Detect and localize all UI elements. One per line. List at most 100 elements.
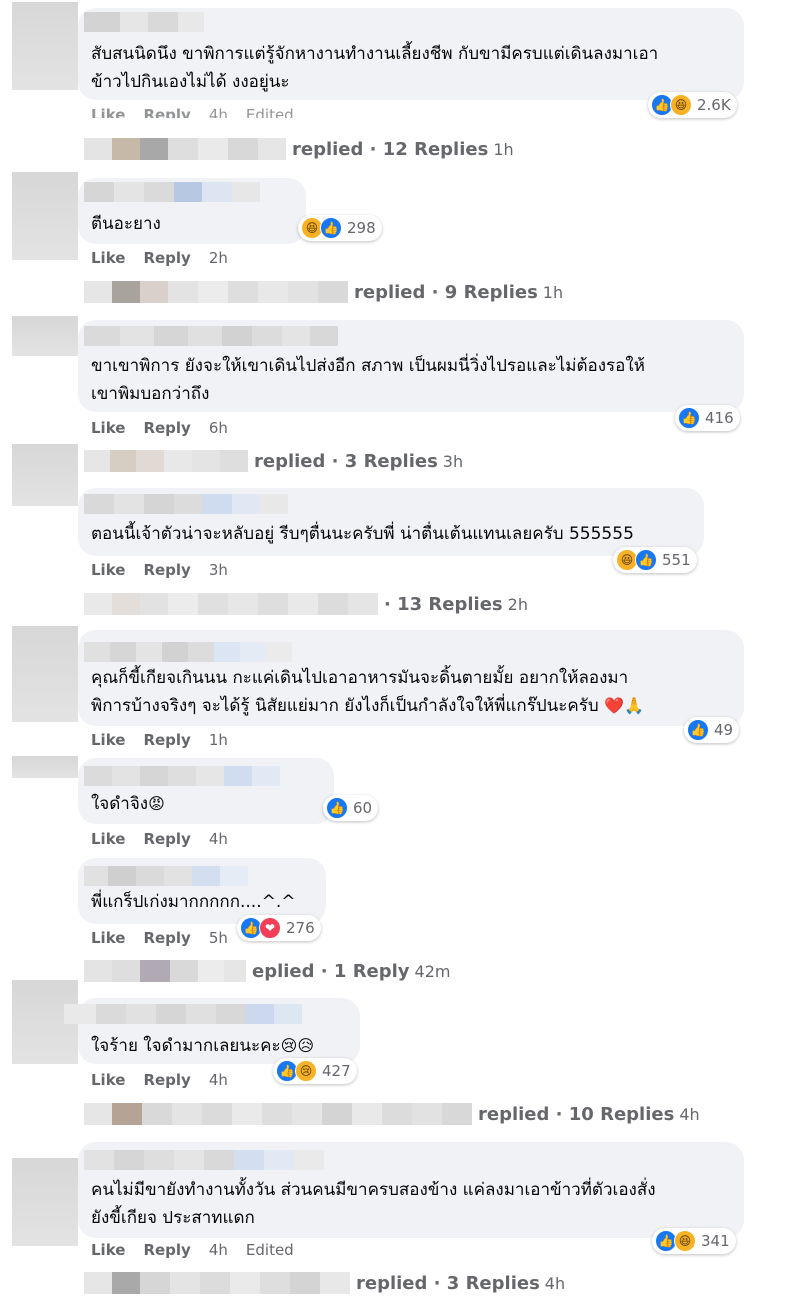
commenter-name[interactable]	[84, 494, 288, 514]
like-button[interactable]: Like	[91, 561, 125, 579]
avatar[interactable]	[12, 756, 78, 778]
comment-text: คนไม่มีขายังทำงานทั้งวัน ส่วนคนมีขาครบสอ…	[91, 1180, 656, 1200]
comment-actions: Like Reply 4h Edited	[91, 1241, 312, 1259]
view-replies[interactable]: replied · 3 Replies 3h	[84, 450, 463, 472]
comment-time[interactable]: 4h	[209, 830, 228, 848]
reaction-summary[interactable]: 👍 😢 427	[273, 1058, 357, 1084]
comment-text: คุณก็ขี้เกียจเกินนน กะแค่เดินไปเอาอาหารม…	[91, 668, 629, 688]
like-button[interactable]: Like	[91, 1071, 125, 1089]
avatar[interactable]	[12, 2, 78, 90]
avatar[interactable]	[12, 444, 78, 506]
like-button[interactable]: Like	[91, 731, 125, 749]
like-button[interactable]: Like	[91, 830, 125, 848]
like-button[interactable]: Like	[91, 106, 125, 118]
commenter-name[interactable]	[64, 1004, 302, 1024]
reply-button[interactable]: Reply	[143, 249, 190, 267]
avatar[interactable]	[12, 172, 78, 260]
reaction-summary[interactable]: 👍 60	[323, 795, 379, 821]
replies-time: 42m	[414, 961, 451, 981]
view-replies[interactable]: replied · 10 Replies 4h	[84, 1103, 700, 1125]
view-replies[interactable]: · 13 Replies 2h	[84, 593, 528, 615]
comment-text: ใจดำจิง😡	[91, 790, 165, 818]
comment-time[interactable]: 6h	[209, 419, 228, 437]
comment-actions: Like Reply 6h	[91, 419, 246, 437]
reply-button[interactable]: Reply	[143, 731, 190, 749]
comment-text: ข้าวไปกินเองไม่ได้ งงอยู่นะ	[91, 72, 290, 92]
commenter-name[interactable]	[84, 766, 280, 786]
replies-label[interactable]: replied · 10 Replies	[478, 1104, 674, 1125]
comment-text-line: พิการบ้างจริงๆ จะได้รู้ นิสัยแย่มาก ยังไ…	[91, 696, 599, 716]
comment-text: สับสนนิดนึง ขาพิการแต่รู้จักหางานทำงานเล…	[91, 44, 659, 64]
angry-emoji-icon: 😡	[148, 794, 165, 813]
comment-time[interactable]: 4h	[209, 106, 228, 118]
commenter-name[interactable]	[84, 326, 338, 346]
comment-time[interactable]: 4h	[209, 1071, 228, 1089]
reaction-count: 49	[714, 721, 734, 739]
comment-text: ตอนนี้เจ้าตัวน่าจะหลับอยู่ รีบๆตื่นนะครั…	[91, 524, 634, 544]
replies-time: 1h	[493, 139, 514, 159]
like-button[interactable]: Like	[91, 249, 125, 267]
avatar[interactable]	[12, 316, 78, 356]
commenter-name[interactable]	[84, 866, 248, 886]
comment-text: พิการบ้างจริงๆ จะได้รู้ นิสัยแย่มาก ยังไ…	[91, 692, 644, 720]
haha-icon: 😆	[670, 94, 692, 116]
comment-text: ใจร้าย ใจดำมากเลยนะคะ😢😥	[91, 1032, 314, 1060]
reply-button[interactable]: Reply	[143, 830, 190, 848]
reaction-count: 2.6K	[697, 96, 731, 114]
avatar[interactable]	[12, 1158, 78, 1246]
reply-button[interactable]: Reply	[143, 1071, 190, 1089]
reaction-count: 60	[353, 799, 373, 817]
comment-text: ตีนอะยาง	[91, 214, 161, 234]
reaction-summary[interactable]: 👍 😆 2.6K	[648, 92, 737, 118]
reaction-summary[interactable]: 😆 👍 298	[298, 215, 382, 241]
comment-text: ยังขี้เกียจ ประสาทแดก	[91, 1208, 255, 1228]
reaction-count: 416	[705, 409, 734, 427]
reaction-summary[interactable]: 👍 😆 341	[652, 1228, 736, 1254]
like-icon: 👍	[326, 797, 348, 819]
avatar[interactable]	[12, 626, 78, 722]
edited-label: Edited	[245, 1241, 294, 1259]
comment-time[interactable]: 5h	[209, 929, 228, 947]
reaction-summary[interactable]: 👍 416	[675, 405, 740, 431]
reply-button[interactable]: Reply	[143, 561, 190, 579]
comment-time[interactable]: 2h	[209, 249, 228, 267]
commenter-name[interactable]	[84, 12, 204, 32]
like-icon: 👍	[678, 407, 700, 429]
replies-time: 4h	[679, 1104, 700, 1124]
like-button[interactable]: Like	[91, 1241, 125, 1259]
replies-label[interactable]: replied · 3 Replies	[254, 451, 438, 472]
replies-label[interactable]: replied · 9 Replies	[354, 282, 538, 303]
comment-time[interactable]: 1h	[209, 731, 228, 749]
replies-time: 3h	[442, 451, 464, 471]
reply-button[interactable]: Reply	[143, 419, 190, 437]
comment-text: ขาเขาพิการ ยังจะให้เขาเดินไปส่งอีก สภาพ …	[91, 356, 645, 376]
reaction-summary[interactable]: 👍 ❤ 276	[237, 915, 321, 941]
replies-label[interactable]: · 13 Replies	[384, 594, 503, 615]
reaction-summary[interactable]: 😆 👍 551	[613, 547, 697, 573]
reply-button[interactable]: Reply	[143, 1241, 190, 1259]
comment-actions: Like Reply 2h	[91, 249, 246, 267]
reply-button[interactable]: Reply	[143, 106, 190, 118]
replies-time: 2h	[507, 594, 528, 614]
replies-label[interactable]: eplied · 1 Reply	[252, 961, 410, 982]
commenter-name[interactable]	[84, 642, 292, 662]
replies-time: 4h	[544, 1273, 566, 1293]
heart-emoji-icon: ❤️🙏	[604, 696, 644, 715]
view-replies[interactable]: replied · 3 Replies 4h	[84, 1272, 565, 1294]
like-button[interactable]: Like	[91, 929, 125, 947]
like-button[interactable]: Like	[91, 419, 125, 437]
comment-text: พี่แกร็ปเก่งมากกกกก....^.^	[91, 892, 296, 912]
replies-label[interactable]: replied · 3 Replies	[356, 1273, 540, 1294]
replies-label[interactable]: replied · 12 Replies	[292, 139, 488, 160]
view-replies[interactable]: replied · 12 Replies 1h	[84, 138, 514, 160]
comment-time[interactable]: 3h	[209, 561, 228, 579]
comment-actions: Like Reply 5h	[91, 929, 246, 947]
reaction-summary[interactable]: 👍 49	[684, 717, 740, 743]
commenter-name[interactable]	[84, 182, 260, 202]
view-replies[interactable]: eplied · 1 Reply 42m	[84, 960, 451, 982]
view-replies[interactable]: replied · 9 Replies 1h	[84, 281, 563, 303]
reply-button[interactable]: Reply	[143, 929, 190, 947]
comment-time[interactable]: 4h	[209, 1241, 228, 1259]
commenter-name[interactable]	[84, 1150, 324, 1170]
replies-time: 1h	[542, 282, 564, 302]
